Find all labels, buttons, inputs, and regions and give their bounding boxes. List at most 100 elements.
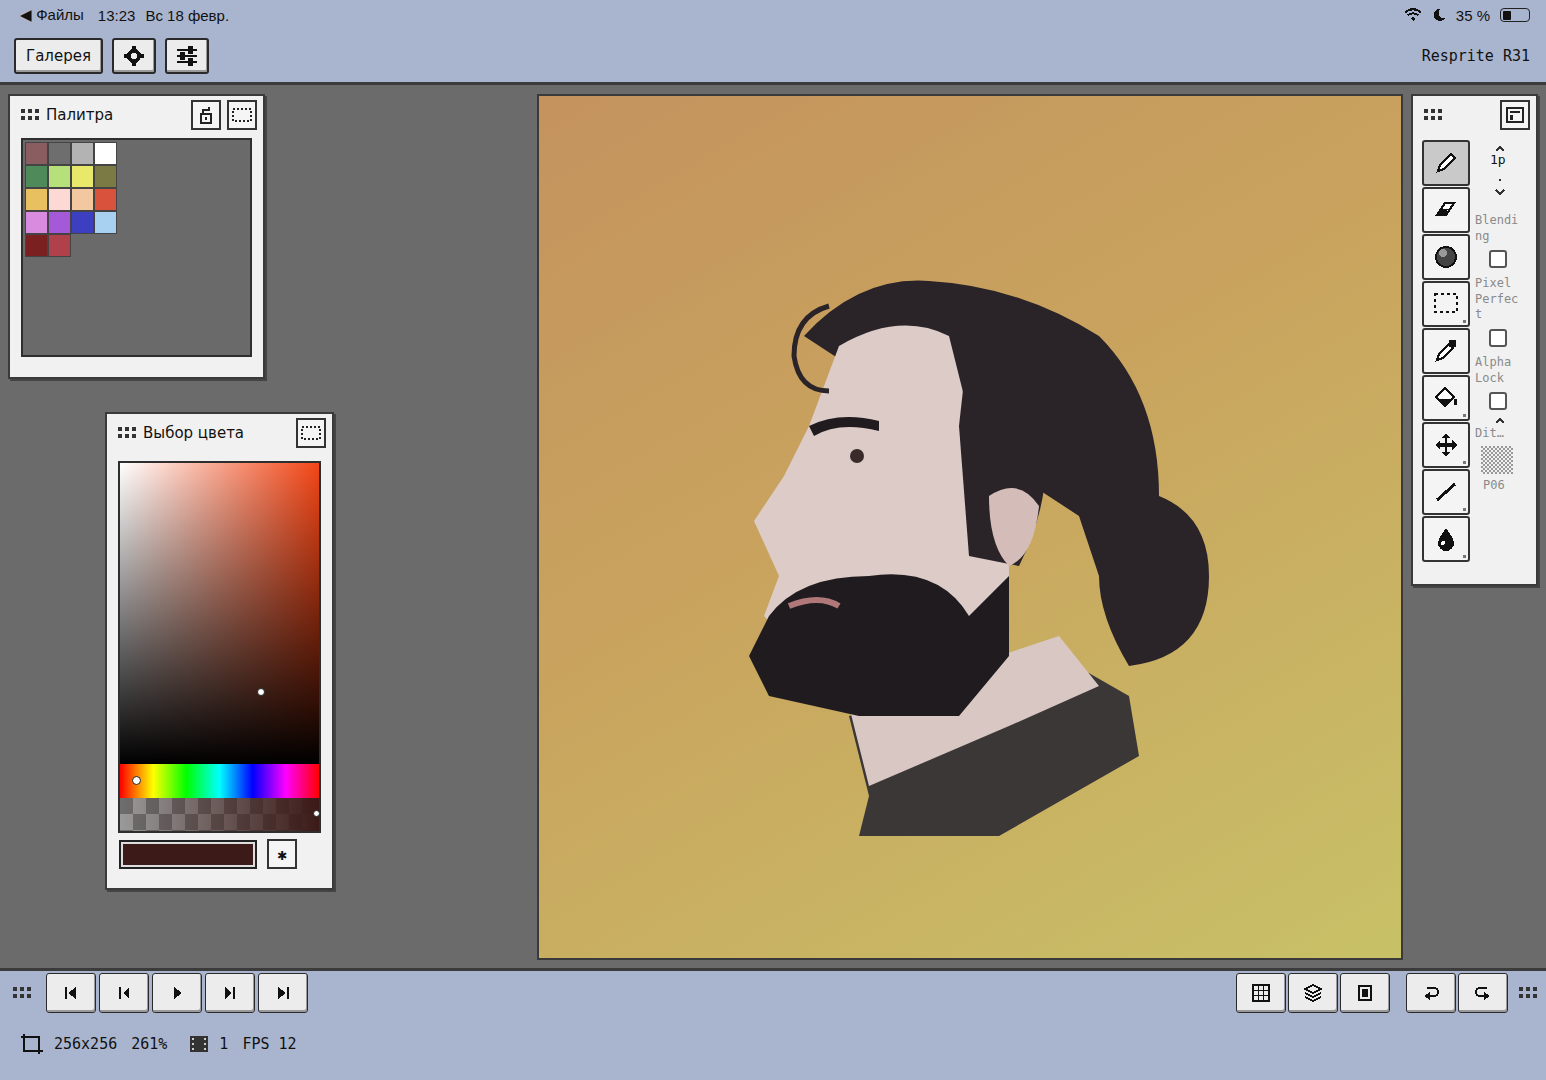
dock-button[interactable] — [1500, 100, 1530, 130]
tools-body: 1pBlendingPixel PerfectAlpha LockDit…P06 — [1413, 134, 1536, 562]
last-frame-button[interactable] — [258, 973, 308, 1013]
fill-tool-button[interactable] — [1422, 375, 1470, 421]
back-to-files[interactable]: ◀ Файлы — [20, 6, 84, 24]
last-frame-icon — [273, 984, 293, 1002]
grid-icon — [1251, 984, 1271, 1002]
saturation-value-field[interactable] — [120, 463, 319, 764]
alpha-slider[interactable] — [120, 798, 319, 831]
current-color-swatch[interactable] — [119, 840, 257, 869]
first-frame-icon — [61, 984, 81, 1002]
next-frame-button[interactable] — [205, 973, 255, 1013]
dock-button[interactable] — [296, 418, 326, 448]
frame-icon — [1355, 984, 1375, 1002]
palette-title: Палитра — [46, 106, 185, 124]
color-swatch[interactable] — [48, 165, 71, 188]
tool-kind — [1463, 179, 1466, 182]
fps: FPS 12 — [242, 1035, 296, 1053]
tool-options: 1pBlendingPixel PerfectAlpha LockDit…P06 — [1475, 140, 1527, 562]
redo-button[interactable] — [1458, 973, 1508, 1013]
layers-button[interactable] — [1288, 973, 1338, 1013]
tool-kind — [1463, 508, 1466, 511]
sv-marker — [257, 688, 265, 696]
dither-label[interactable]: Dit… — [1475, 426, 1519, 442]
color-swatch[interactable] — [71, 188, 94, 211]
color-swatch[interactable] — [94, 142, 117, 165]
swatch-area — [21, 138, 252, 357]
gallery-button[interactable]: Галерея — [14, 38, 103, 74]
frame-button[interactable] — [1340, 973, 1390, 1013]
system-status-bar: ◀ Файлы13:23Вс 18 февр.35 % — [0, 0, 1546, 30]
color-swatch[interactable] — [94, 165, 117, 188]
dock-button[interactable] — [227, 100, 257, 130]
grid-button[interactable] — [1236, 973, 1286, 1013]
color-swatch[interactable] — [25, 234, 48, 257]
lock-button[interactable] — [191, 100, 221, 130]
pencil-tool-button[interactable] — [1422, 140, 1470, 186]
option-checkbox[interactable] — [1489, 250, 1507, 268]
dither-pattern-icon — [1481, 446, 1513, 474]
smudge-icon — [1432, 525, 1460, 553]
eyedropper-icon — [1432, 337, 1460, 365]
tool-kind — [1463, 320, 1466, 323]
settings-button[interactable] — [112, 38, 156, 74]
color-swatch[interactable] — [48, 211, 71, 234]
select-tool-button[interactable] — [1422, 281, 1470, 327]
chevron-down-icon — [1495, 189, 1505, 195]
color-swatch[interactable] — [94, 188, 117, 211]
grip-icon — [117, 426, 137, 440]
size-dot — [1499, 179, 1501, 181]
battery-icon — [1500, 8, 1530, 22]
tool-column — [1422, 140, 1470, 562]
previous-frame-button[interactable] — [99, 973, 149, 1013]
picker-body — [118, 461, 321, 833]
tool-kind — [1463, 367, 1466, 370]
color-swatch[interactable] — [48, 142, 71, 165]
tool-kind — [1463, 226, 1466, 229]
hue-slider[interactable] — [120, 764, 319, 798]
app-version: Resprite R31 — [1422, 47, 1532, 65]
tool-kind — [1463, 273, 1466, 276]
frames-icon — [189, 1035, 209, 1053]
next-frame-icon — [220, 984, 240, 1002]
grip-icon — [20, 108, 40, 122]
dither-pattern[interactable]: P06 — [1483, 478, 1527, 494]
option-checkbox[interactable] — [1489, 329, 1507, 347]
undo-icon — [1421, 984, 1441, 1002]
current-color-row: ✱ — [119, 839, 321, 869]
palette-header: Палитра — [10, 96, 263, 134]
play-button[interactable] — [152, 973, 202, 1013]
tool-kind — [1463, 555, 1466, 558]
brush-size[interactable]: 1p — [1490, 152, 1527, 167]
eyedropper-tool-button[interactable] — [1422, 328, 1470, 374]
color-swatch[interactable] — [48, 188, 71, 211]
drawing-canvas[interactable] — [537, 94, 1403, 960]
color-swatch[interactable] — [94, 211, 117, 234]
color-swatch[interactable] — [25, 165, 48, 188]
adjustments-button[interactable] — [165, 38, 209, 74]
option-checkbox[interactable] — [1489, 392, 1507, 410]
eraser-tool-button[interactable] — [1422, 187, 1470, 233]
smudge-tool-button[interactable] — [1422, 516, 1470, 562]
playback-controls — [46, 973, 308, 1013]
color-swatch[interactable] — [25, 188, 48, 211]
option-label: Alpha Lock — [1475, 355, 1519, 386]
grip-wrap — [1518, 986, 1538, 1000]
color-swatch[interactable] — [48, 234, 71, 257]
color-swatch[interactable] — [71, 142, 94, 165]
battery-fill — [1503, 11, 1512, 20]
color-swatch[interactable] — [71, 211, 94, 234]
hex-input-button[interactable]: ✱ — [267, 839, 297, 869]
option-label: Pixel Perfect — [1475, 276, 1519, 323]
moon-icon — [1432, 8, 1446, 22]
shade-tool-button[interactable] — [1422, 234, 1470, 280]
chevron-wrap — [1475, 189, 1527, 195]
color-swatch[interactable] — [25, 211, 48, 234]
move-tool-button[interactable] — [1422, 422, 1470, 468]
tool-kind — [1463, 414, 1466, 417]
color-swatch[interactable] — [71, 165, 94, 188]
line-tool-button[interactable] — [1422, 469, 1470, 515]
color-swatch[interactable] — [25, 142, 48, 165]
undo-button[interactable] — [1406, 973, 1456, 1013]
canvas-status: 256x256261%1FPS 12 — [0, 1033, 1546, 1055]
first-frame-button[interactable] — [46, 973, 96, 1013]
